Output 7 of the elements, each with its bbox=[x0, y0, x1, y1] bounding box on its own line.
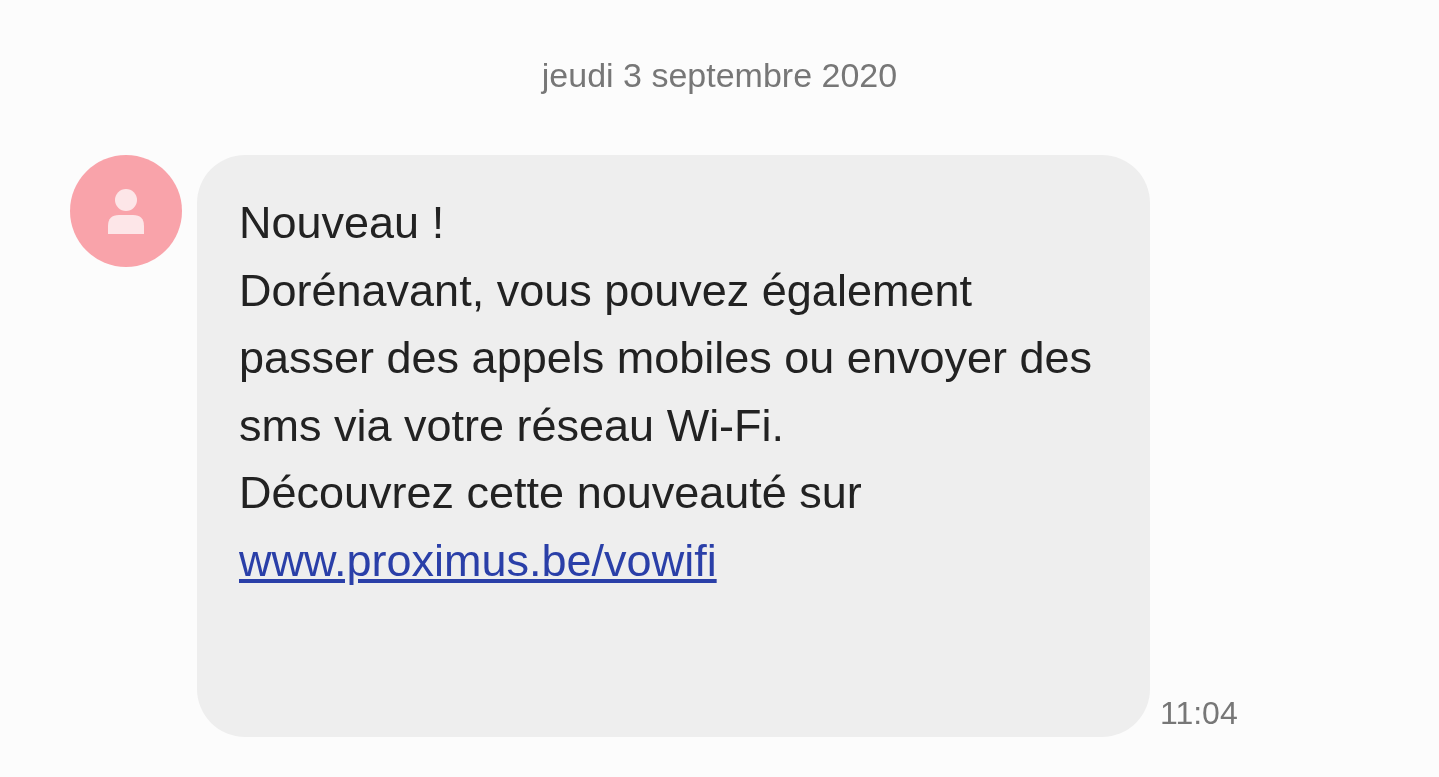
person-icon bbox=[107, 188, 145, 234]
date-header: jeudi 3 septembre 2020 bbox=[541, 55, 898, 96]
message-link[interactable]: www.proximus.be/vowifi bbox=[239, 534, 717, 586]
message-text: Nouveau ! bbox=[239, 196, 446, 250]
message-text: Découvrez cette nouveauté sur bbox=[239, 466, 863, 520]
message-text: Dorénavant, vous pouvez également passer des appels mobiles ou envoyer des sms via votre réseau Wi-Fi. bbox=[239, 263, 1093, 453]
message-time: 11:04 bbox=[1160, 694, 1238, 733]
